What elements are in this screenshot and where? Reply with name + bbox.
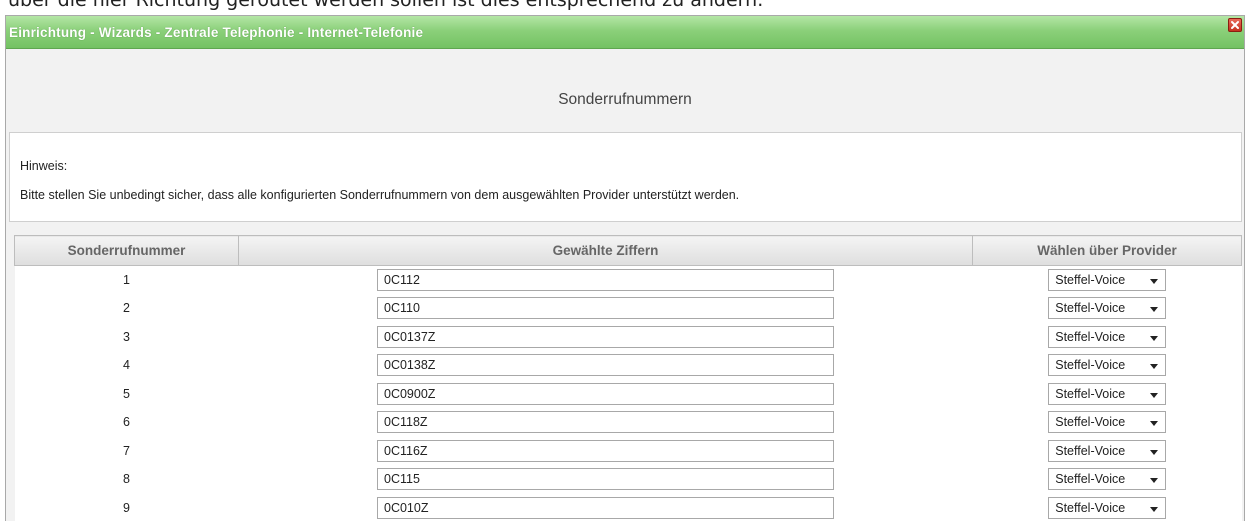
provider-select[interactable]: Steffel-Voice (1048, 411, 1167, 434)
hint-text: Bitte stellen Sie unbedingt sicher, dass… (20, 188, 740, 202)
chevron-down-icon (1150, 421, 1159, 427)
chevron-down-icon (1150, 449, 1159, 455)
row-number: 7 (14, 436, 239, 465)
digits-input[interactable] (377, 439, 834, 462)
table-row: 8 Steffel-Voice (14, 465, 1242, 494)
row-number: 8 (14, 465, 239, 494)
hint-box: Hinweis: Bitte stellen Sie unbedingt sic… (9, 132, 1242, 222)
provider-select-value: Steffel-Voice (1055, 358, 1126, 373)
row-number: 1 (14, 265, 239, 294)
provider-select[interactable]: Steffel-Voice (1048, 468, 1167, 491)
window-title: Einrichtung - Wizards - Zentrale Telepho… (9, 25, 424, 40)
digits-input[interactable] (377, 325, 834, 348)
digits-input[interactable] (377, 297, 834, 320)
provider-select-value: Steffel-Voice (1055, 386, 1126, 401)
chevron-down-icon (1150, 392, 1159, 398)
provider-select[interactable]: Steffel-Voice (1048, 325, 1167, 348)
page-title: Sonderrufnummern (558, 91, 692, 108)
table-row: 3 Steffel-Voice (14, 322, 1242, 351)
provider-select-value: Steffel-Voice (1055, 500, 1126, 515)
row-number: 5 (14, 379, 239, 408)
provider-select[interactable]: Steffel-Voice (1048, 496, 1167, 519)
table-row: 7 Steffel-Voice (14, 436, 1242, 465)
close-icon (1231, 21, 1239, 29)
document-text-partial: über die hier Richtung geroutet werden s… (8, 0, 764, 11)
table-row: 6 Steffel-Voice (14, 408, 1242, 437)
provider-select-value: Steffel-Voice (1055, 472, 1126, 487)
digits-input[interactable] (377, 496, 834, 519)
chevron-down-icon (1150, 364, 1159, 370)
digits-input[interactable] (377, 411, 834, 434)
table-row: 5 Steffel-Voice (14, 379, 1242, 408)
table-row: 4 Steffel-Voice (14, 351, 1242, 380)
row-number: 9 (14, 493, 239, 521)
hint-label: Hinweis: (20, 159, 68, 173)
provider-select[interactable]: Steffel-Voice (1048, 297, 1167, 320)
digits-input[interactable] (377, 468, 834, 491)
provider-select-value: Steffel-Voice (1055, 329, 1126, 344)
table-row: 1 Steffel-Voice (14, 265, 1242, 294)
column-header-provider: Wählen über Provider (972, 235, 1242, 266)
provider-select[interactable]: Steffel-Voice (1048, 382, 1167, 405)
chevron-down-icon (1150, 506, 1159, 512)
column-header-digits: Gewählte Ziffern (238, 235, 973, 266)
table-header-row: Sonderrufnummer Gewählte Ziffern Wählen … (14, 235, 1242, 266)
column-header-number: Sonderrufnummer (14, 235, 239, 266)
provider-select-value: Steffel-Voice (1055, 301, 1126, 316)
provider-select[interactable]: Steffel-Voice (1048, 269, 1167, 291)
provider-select-value: Steffel-Voice (1055, 415, 1126, 430)
row-number: 4 (14, 351, 239, 380)
provider-select-value: Steffel-Voice (1055, 273, 1126, 287)
special-numbers-table: Sonderrufnummer Gewählte Ziffern Wählen … (14, 235, 1242, 521)
wizard-window: Einrichtung - Wizards - Zentrale Telepho… (5, 15, 1245, 521)
row-number: 2 (14, 294, 239, 323)
chevron-down-icon (1150, 307, 1159, 313)
provider-select[interactable]: Steffel-Voice (1048, 354, 1167, 377)
chevron-down-icon (1150, 335, 1159, 341)
digits-input[interactable] (377, 382, 834, 405)
close-button[interactable] (1228, 18, 1242, 32)
digits-input[interactable] (377, 354, 834, 377)
window-titlebar: Einrichtung - Wizards - Zentrale Telepho… (6, 16, 1244, 49)
table-row: 9 Steffel-Voice (14, 493, 1242, 521)
row-number: 6 (14, 408, 239, 437)
digits-input[interactable] (377, 269, 834, 291)
chevron-down-icon (1150, 279, 1159, 284)
table-row: 2 Steffel-Voice (14, 294, 1242, 323)
provider-select[interactable]: Steffel-Voice (1048, 439, 1167, 462)
row-number: 3 (14, 322, 239, 351)
chevron-down-icon (1150, 478, 1159, 484)
provider-select-value: Steffel-Voice (1055, 443, 1126, 458)
